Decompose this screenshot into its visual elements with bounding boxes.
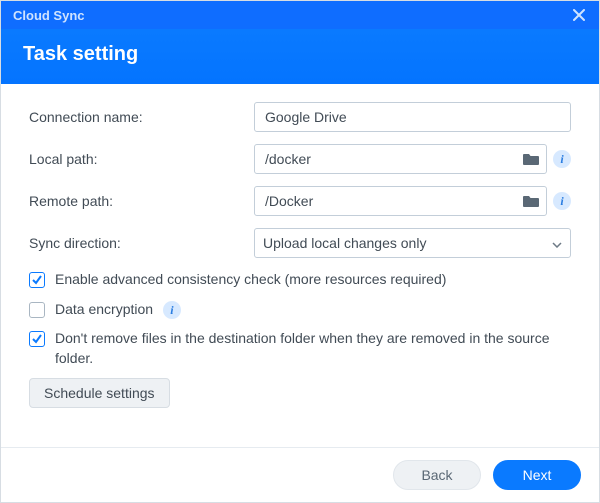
browse-remote-button[interactable]: [517, 186, 545, 216]
window-title: Cloud Sync: [13, 8, 569, 23]
label-noremove: Don't remove files in the destination fo…: [55, 329, 571, 368]
title-bar: Cloud Sync: [1, 1, 599, 29]
row-advanced-check: Enable advanced consistency check (more …: [29, 270, 571, 290]
select-sync-direction-value: Upload local changes only: [263, 235, 426, 251]
row-local-path: Local path: i: [29, 144, 571, 174]
check-icon: [31, 333, 43, 345]
label-advanced: Enable advanced consistency check (more …: [55, 270, 571, 290]
label-sync-direction: Sync direction:: [29, 235, 254, 251]
footer: Back Next: [1, 447, 599, 502]
input-remote-path[interactable]: [254, 186, 547, 216]
close-icon: [573, 9, 585, 21]
folder-icon: [523, 152, 539, 166]
check-icon: [31, 274, 43, 286]
row-connection-name: Connection name:: [29, 102, 571, 132]
select-sync-direction[interactable]: Upload local changes only: [254, 228, 571, 258]
row-schedule: Schedule settings: [29, 378, 571, 408]
schedule-settings-button[interactable]: Schedule settings: [29, 378, 170, 408]
row-sync-direction: Sync direction: Upload local changes onl…: [29, 228, 571, 258]
label-encryption: Data encryption i: [55, 300, 571, 320]
info-remote-path[interactable]: i: [553, 192, 571, 210]
checkbox-advanced[interactable]: [29, 272, 45, 288]
label-local-path: Local path:: [29, 151, 254, 167]
back-button[interactable]: Back: [393, 460, 481, 490]
browse-local-button[interactable]: [517, 144, 545, 174]
row-encryption: Data encryption i: [29, 300, 571, 320]
info-encryption[interactable]: i: [163, 301, 181, 319]
input-connection-name[interactable]: [254, 102, 571, 132]
row-remote-path: Remote path: i: [29, 186, 571, 216]
form-body: Connection name: Local path: i: [1, 84, 599, 447]
dialog-window: Cloud Sync Task setting Connection name:…: [0, 0, 600, 503]
checkbox-encryption[interactable]: [29, 302, 45, 318]
label-remote-path: Remote path:: [29, 193, 254, 209]
close-button[interactable]: [569, 5, 589, 25]
label-connection-name: Connection name:: [29, 109, 254, 125]
row-noremove: Don't remove files in the destination fo…: [29, 329, 571, 368]
folder-icon: [523, 194, 539, 208]
checkbox-noremove[interactable]: [29, 331, 45, 347]
info-local-path[interactable]: i: [553, 150, 571, 168]
input-local-path[interactable]: [254, 144, 547, 174]
page-header: Task setting: [1, 29, 599, 84]
page-title: Task setting: [23, 43, 138, 65]
next-button[interactable]: Next: [493, 460, 581, 490]
chevron-down-icon: [552, 235, 562, 251]
